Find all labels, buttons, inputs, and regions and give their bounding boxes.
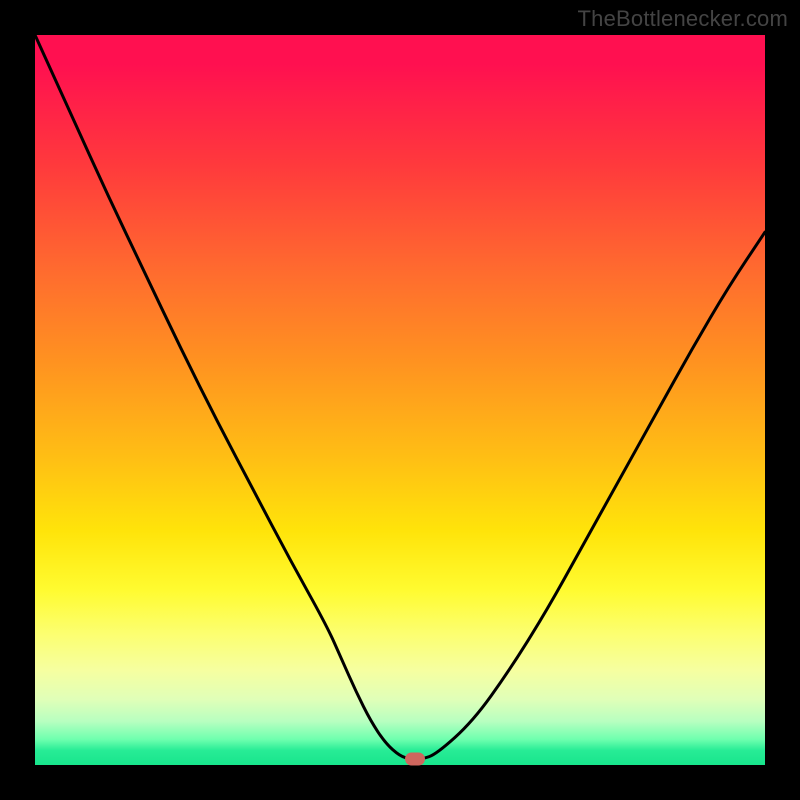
watermark-text: TheBottlenecker.com: [578, 6, 788, 32]
chart-container: TheBottlenecker.com: [0, 0, 800, 800]
optimum-marker: [405, 753, 425, 766]
plot-area: [35, 35, 765, 765]
bottleneck-curve: [35, 35, 765, 765]
